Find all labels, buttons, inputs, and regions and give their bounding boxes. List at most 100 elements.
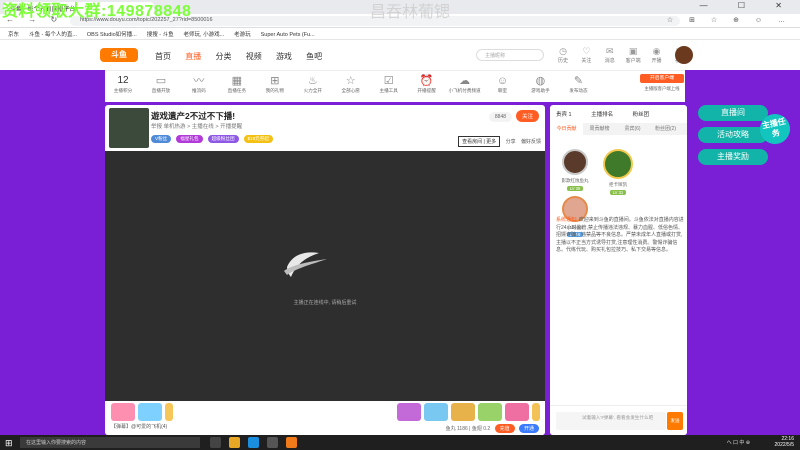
fire-icon[interactable]: ♨ 火力全开	[295, 74, 331, 94]
bookmark-item[interactable]: 斗鱼 - 每个人的直...	[29, 30, 77, 38]
douyu-app-icon[interactable]	[286, 437, 297, 448]
anchor-reward-button[interactable]: 主播奖励	[698, 149, 768, 165]
chat-input[interactable]: 试着输入'#弹幕', 看看会发生什么吧	[556, 412, 666, 430]
gift-item[interactable]	[111, 403, 135, 421]
nav-live[interactable]: 直播	[185, 52, 201, 61]
video-area[interactable]: 主播正在连线中, 请稍后重试	[105, 151, 545, 401]
badge[interactable]: 超级粉丝团	[207, 135, 239, 143]
client-icon[interactable]: ▣ 客户端	[622, 46, 644, 64]
system-notice: 系统通知: 欢迎来到斗鱼的直播间。斗鱼依法对直播内容进行24小时监管,禁止传播违…	[556, 217, 684, 255]
nav-yuba[interactable]: 鱼吧	[306, 52, 322, 61]
badge[interactable]: 福星礼包	[176, 135, 203, 143]
rank-level: LV 38	[566, 186, 584, 191]
avatar	[562, 149, 588, 175]
gift-item[interactable]	[532, 403, 540, 421]
file-explorer-icon[interactable]	[229, 437, 240, 448]
share-button[interactable]: 分享	[506, 139, 516, 145]
bookmark-item[interactable]: Super Auto Pets (Fu...	[261, 32, 315, 38]
badge[interactable]: $18元券起	[243, 135, 273, 143]
recharge-button[interactable]: 充值	[494, 424, 515, 433]
bookmark-item[interactable]: 老师玩, 小游戏...	[184, 30, 225, 38]
gift-item[interactable]	[138, 403, 162, 421]
window-controls[interactable]: — ☐ ✕	[700, 1, 796, 10]
live-icon[interactable]: ◉ 开播	[646, 46, 668, 64]
browser-tools-icon[interactable]: ☆ ⊞ ☆ ⊕ ☺ …	[667, 16, 792, 24]
douyu-logo[interactable]: 斗鱼	[100, 48, 138, 62]
message-icon[interactable]: ✉ 消息	[599, 46, 621, 64]
edge-icon[interactable]	[248, 437, 259, 448]
open-client-button[interactable]: 开启客户端	[640, 74, 684, 83]
fan-club[interactable]: 粉丝团	[633, 112, 650, 118]
gift-item[interactable]	[165, 403, 173, 421]
points-counter[interactable]: 12 主播积分	[105, 74, 141, 94]
bookmark-item[interactable]: OBS Studio如何播...	[87, 30, 137, 38]
toolbar-label: 聊室	[497, 88, 508, 93]
send-button[interactable]: 发送	[667, 412, 683, 430]
gift-left-group	[111, 403, 176, 421]
clock[interactable]: 22:16 2022/5/5	[775, 436, 794, 448]
gift-icon[interactable]: ⊞ 我的礼物	[257, 74, 293, 94]
avatar	[602, 149, 633, 179]
vip-count[interactable]: 贵宾 1	[556, 112, 572, 118]
live-room-button[interactable]: 直播间	[698, 105, 768, 121]
bookmark-item[interactable]: 京东	[8, 30, 19, 38]
nav-category[interactable]: 分类	[215, 52, 231, 61]
gift-bar: 【弹幕】@可爱的飞机(4) 鱼丸 1186 | 鱼翅 0.2 充值 开通	[105, 401, 545, 435]
taskbar-apps	[210, 437, 305, 450]
box-icon[interactable]: ☑ 主播工具	[371, 74, 407, 94]
edit-icon[interactable]: ✎ 发布动态	[560, 74, 596, 94]
bookmark-item[interactable]: 老游玩	[234, 30, 251, 38]
user-avatar[interactable]	[675, 46, 693, 64]
level-icon[interactable]: ▭ 直播开放	[143, 74, 179, 94]
toolbar-label: 主播工具	[379, 88, 398, 93]
toolbar-label: 游戏助手	[531, 88, 550, 93]
open-noble-button[interactable]: 开通	[518, 424, 539, 433]
nav-game[interactable]: 游戏	[276, 52, 292, 61]
gift-item[interactable]	[424, 403, 448, 421]
toolbar-label: 全部心愿	[341, 88, 360, 93]
tab-vip[interactable]: 贵宾(6)	[616, 123, 649, 135]
event-guide-button[interactable]: 活动攻略	[698, 127, 768, 143]
audio-icon[interactable]: 〰推流码	[181, 74, 217, 94]
system-tray[interactable]: ヘ 口 中 ⊕	[727, 439, 750, 446]
task-view-icon[interactable]	[210, 437, 221, 448]
toolbar-label: 火力全开	[303, 88, 322, 93]
nav-video[interactable]: 视频	[246, 52, 262, 61]
gift-item[interactable]	[505, 403, 529, 421]
chat-icon[interactable]: ☺ 聊室	[485, 74, 521, 94]
toolbar-label: 推流码	[192, 88, 206, 93]
bookmark-item[interactable]: 搜搜 - 斗鱼	[147, 30, 174, 38]
streamer-avatar[interactable]	[109, 108, 149, 148]
cloud-icon[interactable]: ☁ 小飞机付费频道	[447, 74, 483, 94]
tab-today[interactable]: 今日贡献	[550, 123, 583, 135]
tab-fans[interactable]: 粉丝团(2)	[649, 123, 682, 135]
history-label: 历史	[557, 58, 568, 64]
search-input[interactable]: 主播昵称	[476, 49, 544, 61]
points-value: 12	[117, 75, 129, 86]
room-actions: 8848 关注	[488, 110, 539, 122]
follow-button[interactable]: 关注	[515, 110, 539, 122]
room-meta[interactable]: 举报 单机热游 > 主播在线 > 开播提醒	[151, 122, 242, 130]
clock-icon[interactable]: ⏰ 开播提醒	[409, 74, 445, 94]
anchor-rank[interactable]: 主播排名	[591, 112, 613, 118]
tab-week[interactable]: 周贡献榜	[583, 123, 616, 135]
task-icon[interactable]: ▦ 直播任务	[219, 74, 255, 94]
follow-icon[interactable]: ♡ 关注	[575, 46, 597, 64]
history-icon[interactable]: ◷ 历史	[552, 46, 574, 64]
taskbar-search[interactable]: 在这里输入你要搜索的内容	[20, 437, 200, 448]
wish-icon[interactable]: ☆ 全部心愿	[333, 74, 369, 94]
overlay-room-text: 昌吞林葡锶	[370, 4, 451, 21]
gift-item[interactable]	[478, 403, 502, 421]
obs-icon[interactable]	[267, 437, 278, 448]
windows-start-icon[interactable]: ⊞	[5, 438, 13, 449]
view-room-button[interactable]: 查看房间 | 更多	[458, 136, 501, 147]
toolbar-label: 直播开放	[151, 88, 171, 93]
gift-item[interactable]	[451, 403, 475, 421]
game-icon[interactable]: ◍ 游戏助手	[522, 74, 558, 94]
gift-item[interactable]	[397, 403, 421, 421]
nav-home[interactable]: 首页	[155, 52, 171, 61]
badge[interactable]: V粉丝	[151, 135, 172, 143]
rank-item[interactable]: 影歌红烛鱼丸 LV 38	[556, 149, 594, 192]
rank-item[interactable]: 拒卡咩凯 LV 31	[599, 149, 637, 196]
feedback-button[interactable]: 偏好反馈	[521, 139, 541, 145]
